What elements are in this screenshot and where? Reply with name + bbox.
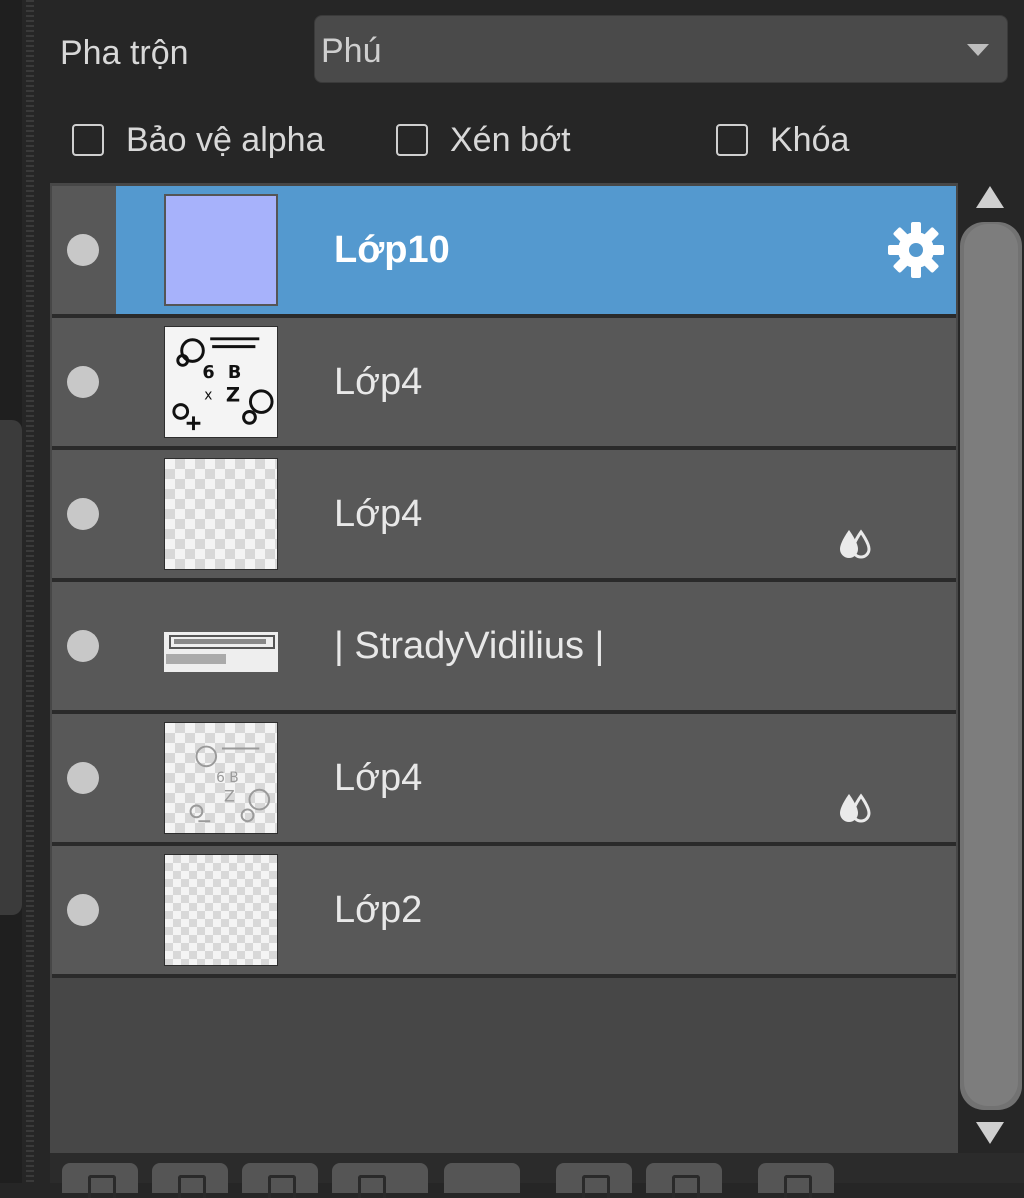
layer-thumbnail: [164, 854, 278, 966]
blend-mode-label: Pha trộn: [60, 34, 189, 72]
layer-thumbnail: [164, 194, 278, 306]
visibility-dot-icon[interactable]: [67, 762, 99, 794]
visibility-dot-icon[interactable]: [67, 234, 99, 266]
duplicate-layer-button[interactable]: [242, 1163, 318, 1198]
duplicate-icon: [268, 1175, 296, 1198]
scroll-down-icon[interactable]: [976, 1122, 1004, 1144]
layer-thumbnail: 6 B Z: [164, 722, 278, 834]
visibility-dot-icon[interactable]: [67, 498, 99, 530]
lock-label: Khóa: [770, 120, 850, 159]
lock-checkbox[interactable]: Khóa: [716, 118, 849, 162]
visibility-dot-icon[interactable]: [67, 894, 99, 926]
layer-name: Lớp4: [334, 493, 423, 535]
svg-text:Z: Z: [224, 787, 235, 806]
clip-label: Xén bớt: [450, 120, 571, 159]
svg-text:Z: Z: [226, 384, 240, 407]
blend-mode-value: Phú: [321, 32, 382, 70]
checkbox-box[interactable]: [72, 124, 104, 156]
clip-checkbox[interactable]: Xén bớt: [396, 118, 571, 162]
move-down-icon: [672, 1175, 700, 1198]
new-layer-button[interactable]: [62, 1163, 138, 1198]
checkbox-box[interactable]: [396, 124, 428, 156]
alpha-lock-icon[interactable]: [836, 526, 876, 562]
alpha-lock-icon[interactable]: [836, 790, 876, 826]
layer-row-layer4-b[interactable]: Lớp4: [52, 450, 956, 582]
layer-thumbnail: [164, 632, 278, 672]
panel-splitter[interactable]: [26, 0, 34, 1183]
blend-mode-select[interactable]: Phú: [314, 15, 1008, 83]
sketch-overlay: 6 B Z: [189, 745, 271, 823]
layer-thumbnail: [164, 458, 278, 570]
scroll-up-icon[interactable]: [976, 186, 1004, 208]
left-panel-edge: [0, 0, 22, 1183]
layer-row-text[interactable]: | StradyVidilius |: [52, 582, 956, 714]
visibility-dot-icon[interactable]: [67, 366, 99, 398]
layer-toolbar: [50, 1153, 1024, 1198]
layer-thumbnail: 6 B Z x: [164, 326, 278, 438]
mask-button[interactable]: [444, 1163, 520, 1193]
layer-row-layer2[interactable]: Lớp2: [52, 846, 956, 978]
move-down-button[interactable]: [646, 1163, 722, 1198]
layer-list: Lớp10 6 B Z x Lớp4 Lớp4 | StradyVidilius…: [50, 183, 958, 1153]
gear-icon[interactable]: [886, 220, 946, 280]
svg-text:B: B: [228, 363, 241, 383]
layer-name: Lớp2: [334, 889, 423, 931]
protect-alpha-label: Bảo vệ alpha: [126, 120, 325, 159]
svg-text:6 B: 6 B: [216, 770, 239, 786]
layer-row-layer4-c[interactable]: 6 B Z Lớp4: [52, 714, 956, 846]
layer-name: Lớp4: [334, 757, 423, 799]
layer-row-layer10[interactable]: Lớp10: [52, 186, 956, 318]
trash-icon: [784, 1175, 812, 1198]
dropdown-arrow-icon: [967, 44, 989, 56]
protect-alpha-checkbox[interactable]: Bảo vệ alpha: [72, 118, 325, 162]
move-up-button[interactable]: [556, 1163, 632, 1198]
layer-name: | StradyVidilius |: [334, 625, 605, 667]
new-group-icon: [178, 1175, 206, 1198]
layer-name: Lớp4: [334, 361, 423, 403]
move-up-icon: [582, 1175, 610, 1198]
scrollbar-thumb[interactable]: [964, 224, 1018, 1106]
delete-layer-button[interactable]: [758, 1163, 834, 1198]
left-scroll-handle[interactable]: [0, 420, 22, 915]
svg-text:6: 6: [202, 363, 214, 383]
new-group-button[interactable]: [152, 1163, 228, 1198]
merge-icon: [358, 1175, 386, 1198]
layer-row-layer4-a[interactable]: 6 B Z x Lớp4: [52, 318, 956, 450]
svg-text:x: x: [204, 388, 212, 404]
new-layer-icon: [88, 1175, 116, 1198]
layer-name: Lớp10: [334, 229, 450, 271]
visibility-dot-icon[interactable]: [67, 630, 99, 662]
merge-layer-button[interactable]: [332, 1163, 428, 1198]
checkbox-box[interactable]: [716, 124, 748, 156]
